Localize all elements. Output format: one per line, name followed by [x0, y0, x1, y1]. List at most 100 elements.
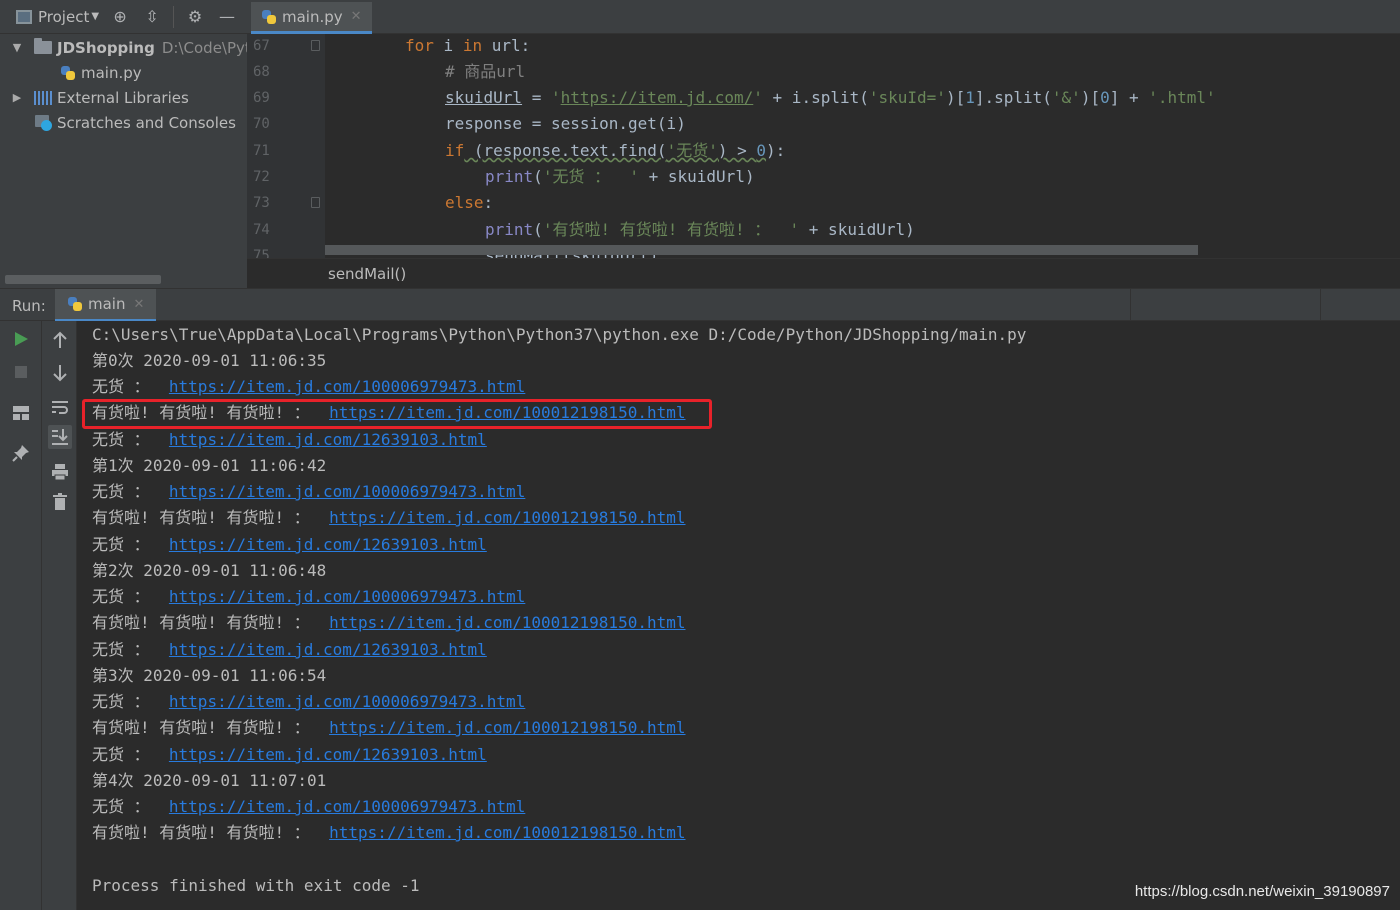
python-icon: [67, 296, 83, 312]
python-file-icon: [261, 9, 277, 25]
trash-icon[interactable]: [48, 490, 72, 514]
tree-item-root[interactable]: ▼ JDShopping D:\Code\Pyt: [10, 35, 251, 60]
top-area: Project ▼ ⊕ ⇳ ⚙ — ▼ JDShopping D:\Code\P…: [0, 0, 1400, 288]
pin-icon[interactable]: [9, 441, 33, 465]
line-number-gutter: 67 68 69 70 71 72 73 74 75: [247, 34, 325, 258]
line-number: 71: [253, 143, 270, 159]
console-result-line: 有货啦! 有货啦! 有货啦! ： https://item.jd.com/100…: [92, 823, 686, 842]
console-result-line: 无货 ： https://item.jd.com/12639103.html: [92, 535, 487, 554]
scratches-label: Scratches and Consoles: [57, 113, 236, 132]
stop-icon[interactable]: [9, 360, 33, 384]
project-icon: [16, 9, 32, 24]
code-line-67: for i in url:: [405, 36, 531, 55]
result-link[interactable]: https://item.jd.com/100012198150.html: [329, 613, 685, 632]
exit-message: Process finished with exit code -1: [92, 876, 420, 895]
line-number: 70: [253, 116, 270, 132]
run-label: Run:: [12, 297, 46, 315]
watermark: https://blog.csdn.net/weixin_39190897: [1134, 883, 1390, 900]
horizontal-scrollbar[interactable]: [5, 275, 161, 284]
layout-icon[interactable]: [9, 401, 33, 425]
console-command: C:\Users\True\AppData\Local\Programs\Pyt…: [92, 325, 1027, 344]
close-icon[interactable]: ✕: [351, 9, 362, 24]
run-tab-main[interactable]: main ✕: [55, 289, 157, 322]
chevron-down-icon: ▼: [91, 11, 100, 22]
result-link[interactable]: https://item.jd.com/12639103.html: [169, 745, 487, 764]
down-arrow-icon[interactable]: [48, 361, 72, 385]
console-result-line: 无货 ： https://item.jd.com/100006979473.ht…: [92, 797, 526, 816]
line-number: 68: [253, 64, 270, 80]
code-line-69: skuidUrl = 'https://item.jd.com/' + i.sp…: [445, 88, 1216, 107]
console-result-line: 无货 ： https://item.jd.com/100006979473.ht…: [92, 587, 526, 606]
close-icon[interactable]: ✕: [133, 297, 144, 312]
minimize-icon[interactable]: —: [216, 6, 238, 28]
scratches-icon: [35, 114, 53, 131]
highlight-box: [82, 399, 712, 429]
breadcrumb[interactable]: sendMail(): [247, 258, 1400, 288]
tree-item-main-py[interactable]: main.py: [60, 60, 142, 85]
tab-label: main.py: [282, 7, 343, 26]
tab-main-py[interactable]: main.py ✕: [251, 2, 372, 34]
fold-marker-icon[interactable]: [311, 40, 320, 51]
breadcrumb-item[interactable]: sendMail(): [328, 265, 406, 283]
run-toolbar-right: [42, 321, 77, 910]
line-number: 67: [253, 38, 270, 54]
project-view-selector[interactable]: Project ▼: [16, 8, 99, 26]
print-icon[interactable]: [48, 460, 72, 484]
soft-wrap-icon[interactable]: [48, 395, 72, 419]
header-divider: [1130, 289, 1131, 322]
run-header-line: 第3次 2020-09-01 11:06:54: [92, 666, 327, 685]
libraries-icon: [34, 90, 52, 105]
chevron-right-icon[interactable]: ▶: [10, 91, 24, 104]
chevron-down-icon[interactable]: ▼: [10, 41, 24, 54]
python-file-icon: [60, 65, 76, 81]
root-folder-name: JDShopping: [57, 38, 155, 57]
result-link[interactable]: https://item.jd.com/100006979473.html: [169, 482, 525, 501]
header-divider: [1320, 289, 1321, 322]
result-link[interactable]: https://item.jd.com/100012198150.html: [329, 718, 685, 737]
run-header-line: 第0次 2020-09-01 11:06:35: [92, 351, 327, 370]
editor-horizontal-scrollbar[interactable]: [325, 245, 1198, 255]
console-result-line: 有货啦! 有货啦! 有货啦! ： https://item.jd.com/100…: [92, 718, 686, 737]
toolbar-divider: [173, 5, 175, 28]
code-line-71: if (response.text.find('无货') > 0):: [445, 141, 786, 160]
result-link[interactable]: https://item.jd.com/12639103.html: [169, 640, 487, 659]
crosshair-icon[interactable]: ⊕: [109, 6, 131, 28]
run-icon[interactable]: [9, 327, 33, 351]
collapse-icon[interactable]: ⇳: [141, 6, 163, 28]
result-link[interactable]: https://item.jd.com/100006979473.html: [169, 377, 525, 396]
run-panel-header: Run: main ✕: [0, 288, 1400, 322]
result-link[interactable]: https://item.jd.com/100012198150.html: [329, 823, 685, 842]
external-libraries-label: External Libraries: [57, 88, 189, 107]
folder-icon: [34, 38, 52, 54]
line-number: 75: [253, 248, 270, 258]
console-result-line: 无货 ： https://item.jd.com/12639103.html: [92, 430, 487, 449]
result-link[interactable]: https://item.jd.com/100006979473.html: [169, 587, 525, 606]
console-output[interactable]: C:\Users\True\AppData\Local\Programs\Pyt…: [77, 321, 1400, 910]
result-link[interactable]: https://item.jd.com/12639103.html: [169, 430, 487, 449]
tree-item-external-libraries[interactable]: ▶ External Libraries: [10, 85, 189, 110]
line-number: 72: [253, 169, 270, 185]
file-name: main.py: [81, 63, 142, 82]
up-arrow-icon[interactable]: [48, 328, 72, 352]
scroll-to-end-icon[interactable]: [48, 425, 72, 449]
result-link[interactable]: https://item.jd.com/100006979473.html: [169, 692, 525, 711]
gear-icon[interactable]: ⚙: [184, 6, 206, 28]
code-editor[interactable]: for i in url: # 商品url skuidUrl = 'https:…: [325, 34, 1400, 258]
tree-item-scratches[interactable]: Scratches and Consoles: [35, 110, 236, 135]
code-line-73: else:: [445, 193, 494, 212]
result-link[interactable]: https://item.jd.com/12639103.html: [169, 535, 487, 554]
console-result-line: 有货啦! 有货啦! 有货啦! ： https://item.jd.com/100…: [92, 613, 686, 632]
console-result-line: 无货 ： https://item.jd.com/12639103.html: [92, 745, 487, 764]
run-header-line: 第4次 2020-09-01 11:07:01: [92, 771, 327, 790]
result-link[interactable]: https://item.jd.com/100012198150.html: [329, 508, 685, 527]
code-line-72: print('无货 ： ' + skuidUrl): [485, 167, 755, 186]
run-tab-label: main: [88, 295, 126, 313]
run-header-line: 第2次 2020-09-01 11:06:48: [92, 561, 327, 580]
project-toolbar: Project ▼ ⊕ ⇳ ⚙ —: [0, 0, 247, 34]
result-link[interactable]: https://item.jd.com/100006979473.html: [169, 797, 525, 816]
fold-marker-icon[interactable]: [311, 197, 320, 208]
run-toolbar-left: [0, 321, 42, 910]
line-number: 73: [253, 195, 270, 211]
project-title: Project: [38, 7, 90, 26]
line-number: 74: [253, 222, 270, 238]
